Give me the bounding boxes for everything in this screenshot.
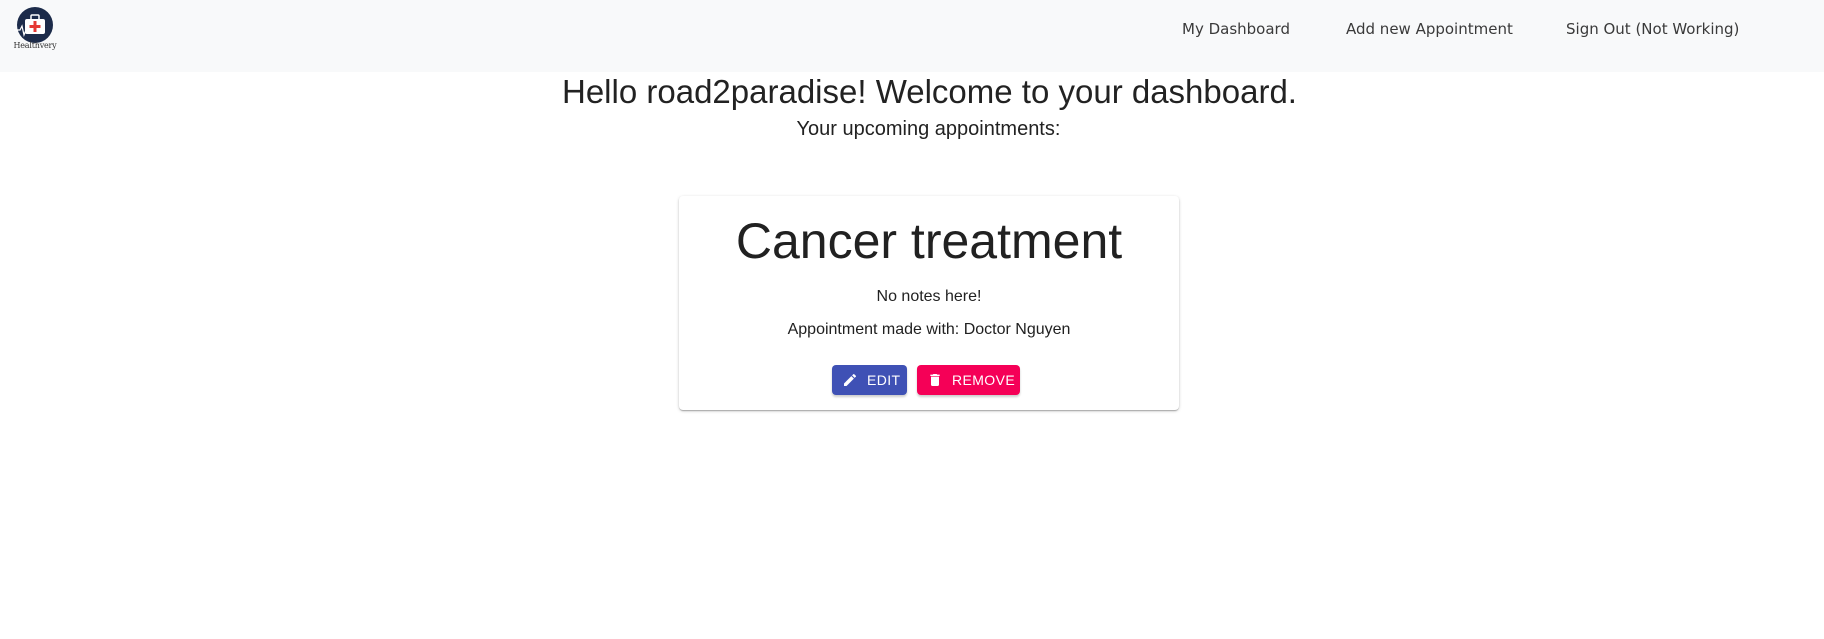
appointment-card: Cancer treatment No notes here! Appointm… — [679, 196, 1179, 410]
appointment-doctor: Appointment made with: Doctor Nguyen — [787, 321, 1071, 338]
trash-icon — [927, 372, 943, 388]
nav-link-sign-out[interactable]: Sign Out (Not Working) — [1566, 20, 1739, 38]
appointment-title: Cancer treatment — [735, 213, 1123, 269]
navbar: Healthvery My Dashboard Add new Appointm… — [0, 0, 1824, 72]
nav-link-add-appointment[interactable]: Add new Appointment — [1346, 20, 1513, 38]
logo-text: Healthvery — [13, 41, 57, 50]
pencil-icon — [842, 372, 858, 388]
appointment-notes: No notes here! — [876, 288, 982, 305]
remove-button[interactable]: REMOVE — [917, 365, 1020, 395]
nav-link-my-dashboard[interactable]: My Dashboard — [1182, 20, 1290, 38]
remove-button-label: REMOVE — [952, 372, 1016, 388]
edit-button-label: EDIT — [867, 372, 901, 388]
page-greeting: Hello road2paradise! Welcome to your das… — [562, 73, 1297, 110]
page-subheading: Your upcoming appointments: — [796, 118, 1061, 140]
edit-button[interactable]: EDIT — [832, 365, 907, 395]
